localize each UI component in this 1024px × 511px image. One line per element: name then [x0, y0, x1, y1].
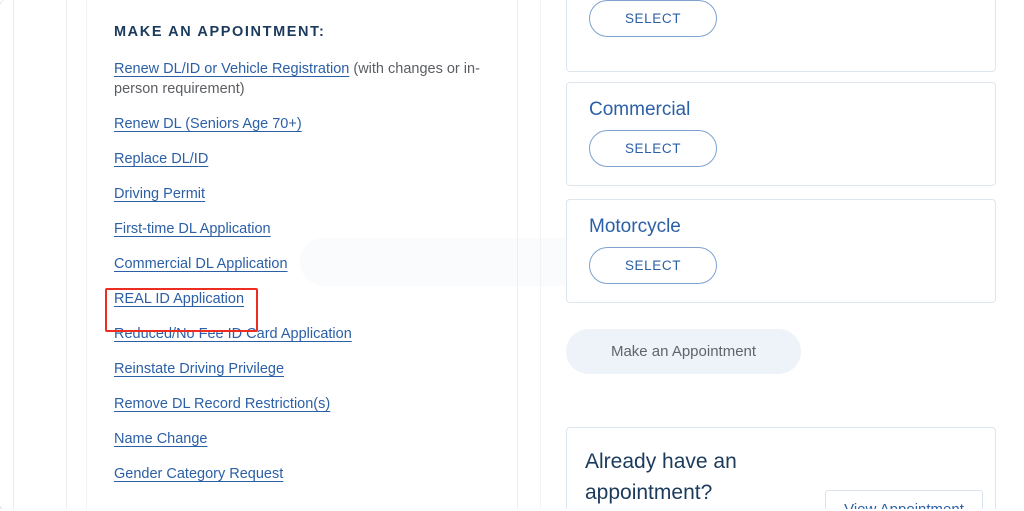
- list-item: Reduced/No Fee ID Card Application: [114, 324, 504, 344]
- list-item: First-time DL Application: [114, 219, 504, 239]
- link-commercial-dl-application[interactable]: Commercial DL Application: [114, 256, 288, 272]
- page-title: MAKE AN APPOINTMENT:: [114, 24, 326, 40]
- vehicle-type-panel: Automobile SELECT Commercial SELECT Moto…: [566, 0, 996, 511]
- list-item: Gender Category Request: [114, 464, 504, 484]
- link-renew-dl-seniors[interactable]: Renew DL (Seniors Age 70+): [114, 116, 302, 132]
- window-left-edge: [0, 0, 14, 511]
- link-replace-dl-id[interactable]: Replace DL/ID: [114, 151, 208, 167]
- vehicle-card-automobile[interactable]: Automobile SELECT: [566, 0, 996, 72]
- vehicle-card-title: Commercial: [589, 99, 691, 120]
- browser-viewport: MAKE AN APPOINTMENT: Renew DL/ID or Vehi…: [0, 0, 1024, 511]
- existing-appointment-title: Already have an appointment?: [585, 450, 737, 504]
- link-gender-category-request[interactable]: Gender Category Request: [114, 466, 283, 482]
- link-renew-dl-id-or-vehicle-registration[interactable]: Renew DL/ID or Vehicle Registration: [114, 61, 349, 77]
- view-appointment-button[interactable]: View Appointment: [825, 490, 983, 511]
- list-item: Name Change: [114, 429, 504, 449]
- list-item: Replace DL/ID: [114, 149, 504, 169]
- layout-rule-left-outer: [66, 0, 67, 511]
- appointment-link-list: Renew DL/ID or Vehicle Registration (wit…: [114, 59, 504, 484]
- layout-rule-right-outer: [540, 0, 541, 511]
- vehicle-card-commercial[interactable]: Commercial SELECT: [566, 82, 996, 186]
- vehicle-card-motorcycle[interactable]: Motorcycle SELECT: [566, 199, 996, 303]
- make-appointment-button[interactable]: Make an Appointment: [566, 329, 801, 374]
- list-item: Reinstate Driving Privilege: [114, 359, 504, 379]
- link-driving-permit[interactable]: Driving Permit: [114, 186, 205, 202]
- link-real-id-application[interactable]: REAL ID Application: [114, 291, 244, 307]
- list-item: Driving Permit: [114, 184, 504, 204]
- layout-rule-left-inner: [86, 0, 87, 511]
- select-button-commercial[interactable]: SELECT: [589, 130, 717, 167]
- list-item: Commercial DL Application: [114, 254, 504, 274]
- existing-appointment-card: Already have an appointment? View Appoin…: [566, 427, 996, 511]
- link-name-change[interactable]: Name Change: [114, 431, 208, 447]
- select-button-motorcycle[interactable]: SELECT: [589, 247, 717, 284]
- list-item: Renew DL (Seniors Age 70+): [114, 114, 504, 134]
- link-reduced-no-fee-id-card-application[interactable]: Reduced/No Fee ID Card Application: [114, 326, 352, 342]
- list-item: REAL ID Application: [114, 289, 504, 309]
- list-item: Renew DL/ID or Vehicle Registration (wit…: [114, 59, 504, 99]
- link-first-time-dl-application[interactable]: First-time DL Application: [114, 221, 271, 237]
- link-reinstate-driving-privilege[interactable]: Reinstate Driving Privilege: [114, 361, 284, 377]
- appointment-links-panel: MAKE AN APPOINTMENT: Renew DL/ID or Vehi…: [114, 0, 504, 511]
- select-button-automobile[interactable]: SELECT: [589, 0, 717, 37]
- layout-rule-right-inner: [517, 0, 518, 511]
- link-remove-dl-record-restrictions[interactable]: Remove DL Record Restriction(s): [114, 396, 330, 412]
- vehicle-card-title: Motorcycle: [589, 216, 681, 237]
- list-item: Remove DL Record Restriction(s): [114, 394, 504, 414]
